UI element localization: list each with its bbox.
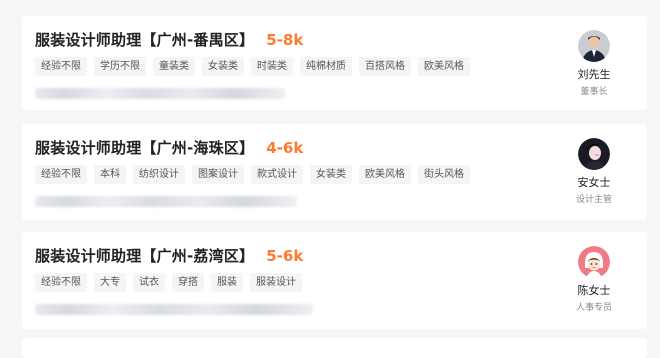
job-card-partial[interactable] bbox=[22, 338, 647, 358]
tag: 款式设计 bbox=[251, 165, 303, 184]
tag: 服装设计 bbox=[250, 273, 302, 292]
tag: 试衣 bbox=[133, 273, 165, 292]
job-title[interactable]: 服装设计师助理【广州-番禺区】 bbox=[35, 31, 254, 49]
recruiter-role: 董事长 bbox=[580, 87, 608, 97]
tag: 大专 bbox=[94, 273, 126, 292]
tag: 欧美风格 bbox=[359, 165, 411, 184]
job-card[interactable]: 服装设计师助理【广州-荔湾区】 5-6k 经验不限 大专 试衣 穿搭 服装 服装设… bbox=[22, 232, 647, 329]
tag: 街头风格 bbox=[418, 165, 470, 184]
tag: 女装类 bbox=[310, 165, 352, 184]
tag: 纺织设计 bbox=[133, 165, 185, 184]
recruiter-name: 安女士 bbox=[577, 176, 611, 189]
recruiter-role: 设计主管 bbox=[575, 195, 612, 205]
tag-list: 经验不限 本科 纺织设计 图案设计 款式设计 女装类 欧美风格 街头风格 bbox=[35, 165, 470, 184]
tag: 纯棉材质 bbox=[300, 57, 352, 76]
tag-list: 经验不限 学历不限 童装类 女装类 时装类 纯棉材质 百搭风格 欧美风格 bbox=[35, 57, 470, 76]
job-title[interactable]: 服装设计师助理【广州-荔湾区】 bbox=[35, 247, 254, 265]
job-title-row: 服装设计师助理【广州-海珠区】 4-6k bbox=[35, 137, 303, 158]
job-card[interactable]: 服装设计师助理【广州-番禺区】 5-8k 经验不限 学历不限 童装类 女装类 时装… bbox=[22, 16, 647, 110]
job-title[interactable]: 服装设计师助理【广州-海珠区】 bbox=[35, 139, 254, 157]
job-card[interactable]: 服装设计师助理【广州-海珠区】 4-6k 经验不限 本科 纺织设计 图案设计 款式… bbox=[22, 124, 647, 220]
recruiter-name: 刘先生 bbox=[577, 68, 611, 81]
blurred-company-info bbox=[35, 88, 285, 99]
tag: 女装类 bbox=[202, 57, 244, 76]
recruiter-info[interactable]: 刘先生 董事长 bbox=[549, 30, 639, 97]
salary: 4-6k bbox=[266, 139, 304, 157]
recruiter-info[interactable]: 安女士 设计主管 bbox=[549, 138, 639, 205]
tag: 经验不限 bbox=[35, 57, 87, 76]
tag: 时装类 bbox=[251, 57, 293, 76]
tag: 欧美风格 bbox=[418, 57, 470, 76]
female-avatar-icon bbox=[578, 138, 610, 170]
cartoon-avatar-icon bbox=[578, 246, 610, 278]
male-avatar-icon bbox=[578, 30, 610, 62]
recruiter-role: 人事专员 bbox=[575, 303, 612, 313]
tag-list: 经验不限 大专 试衣 穿搭 服装 服装设计 bbox=[35, 273, 302, 292]
tag: 经验不限 bbox=[35, 165, 87, 184]
recruiter-info[interactable]: 陈女士 人事专员 bbox=[549, 246, 639, 313]
job-title-row: 服装设计师助理【广州-荔湾区】 5-6k bbox=[35, 245, 303, 266]
tag: 穿搭 bbox=[172, 273, 204, 292]
tag: 经验不限 bbox=[35, 273, 87, 292]
salary: 5-6k bbox=[266, 247, 304, 265]
tag: 本科 bbox=[94, 165, 126, 184]
blurred-company-info bbox=[35, 304, 313, 315]
tag: 服装 bbox=[211, 273, 243, 292]
tag: 童装类 bbox=[153, 57, 195, 76]
salary: 5-8k bbox=[266, 31, 304, 49]
tag: 图案设计 bbox=[192, 165, 244, 184]
tag: 学历不限 bbox=[94, 57, 146, 76]
tag: 百搭风格 bbox=[359, 57, 411, 76]
recruiter-name: 陈女士 bbox=[577, 284, 611, 297]
job-title-row: 服装设计师助理【广州-番禺区】 5-8k bbox=[35, 29, 303, 50]
blurred-company-info bbox=[35, 196, 297, 207]
